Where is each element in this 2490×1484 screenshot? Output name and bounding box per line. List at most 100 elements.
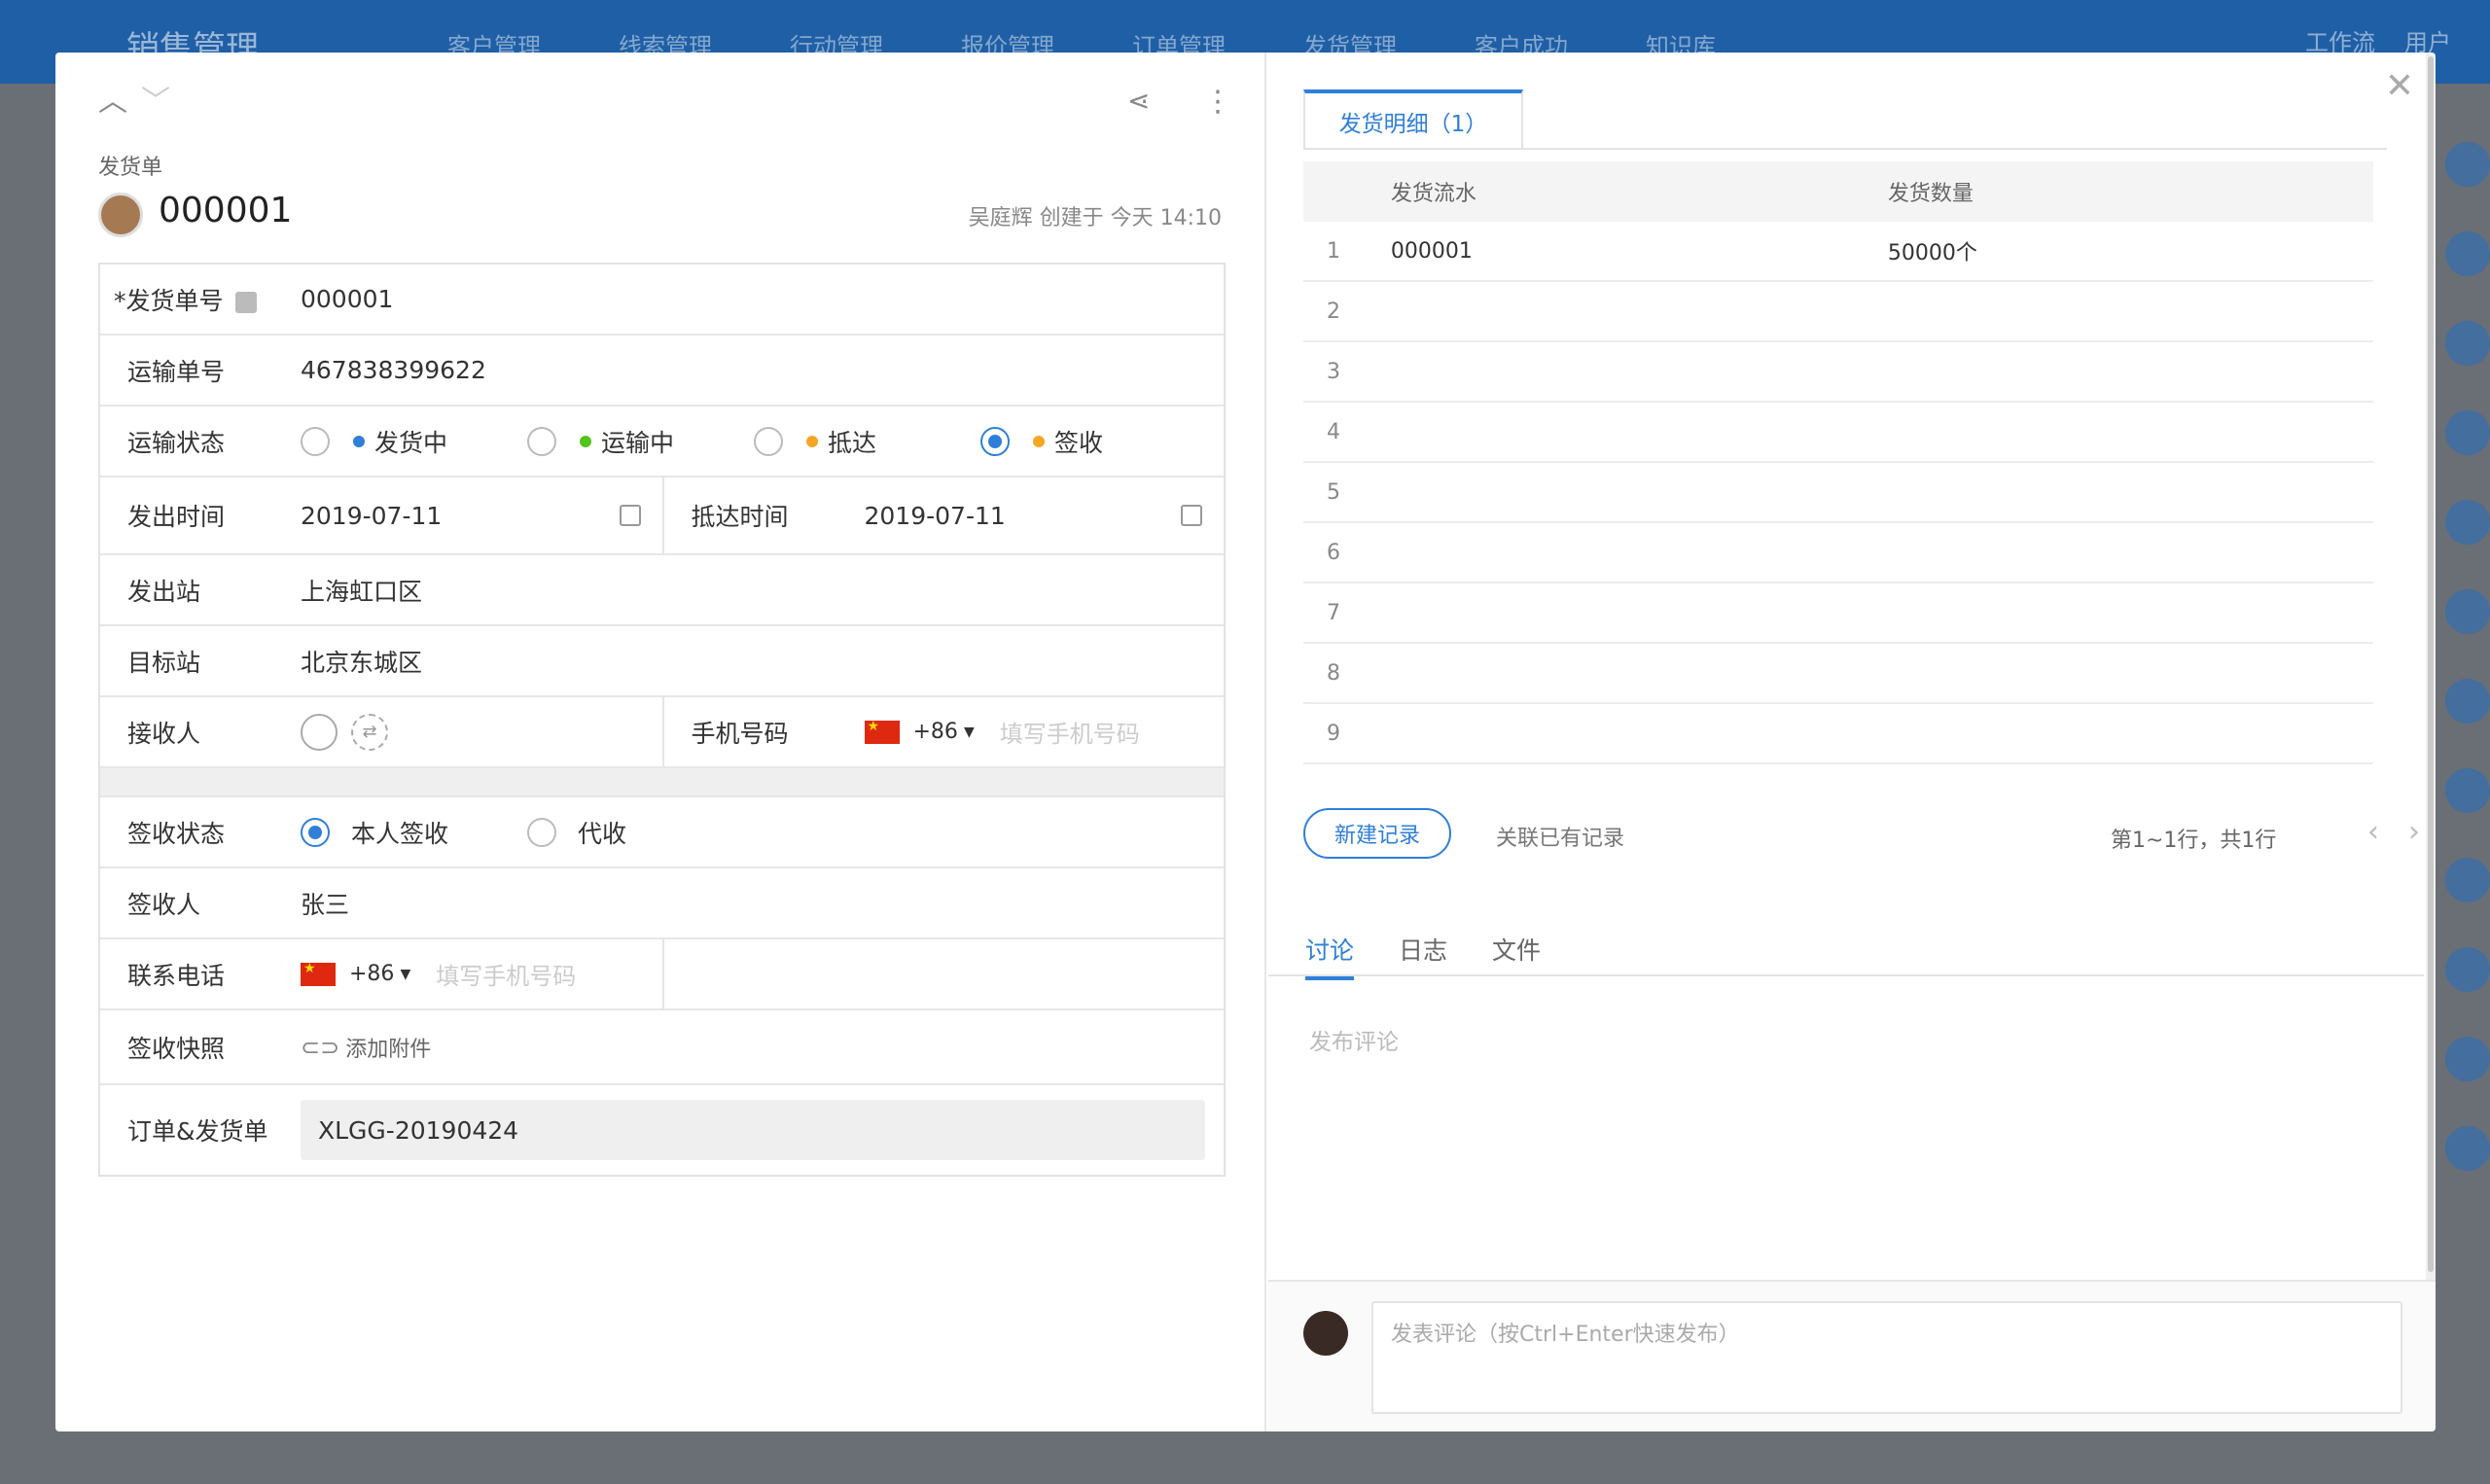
table-row[interactable]: 4 xyxy=(1303,403,2373,463)
origin-value[interactable]: 上海虹口区 xyxy=(301,573,422,608)
avatar xyxy=(2445,679,2490,724)
calendar-icon[interactable] xyxy=(1181,505,1202,526)
link-existing-button[interactable]: 关联已有记录 xyxy=(1496,821,1624,852)
table-row[interactable]: 8 xyxy=(1303,644,2373,704)
chevron-right-icon[interactable]: › xyxy=(2408,815,2420,849)
radio-button[interactable] xyxy=(754,426,783,456)
row-index: 4 xyxy=(1327,419,1340,444)
depart-time-value[interactable]: 2019-07-11 xyxy=(301,502,442,530)
sign-status-option[interactable]: 本人签收 xyxy=(301,815,527,850)
table-row[interactable]: 2 xyxy=(1303,282,2373,342)
table-row[interactable]: 6 xyxy=(1303,523,2373,583)
avatar xyxy=(2445,1037,2490,1081)
related-pane: ✕ 发货明细（1） 发货流水 发货数量 1 000001 50000个 2 3 4 5 6 7 8… xyxy=(1268,53,2436,1431)
order-ref-value[interactable]: XLGG-20190424 xyxy=(301,1100,1205,1160)
avatar xyxy=(2445,321,2490,366)
radio-button[interactable] xyxy=(980,426,1010,456)
add-attachment-button[interactable]: 添加附件 xyxy=(345,1032,431,1063)
field-contact-phone: 联系电话 +86 ▼ 填写手机号码 xyxy=(100,939,1224,1010)
transport-status-option[interactable]: 发货中 xyxy=(301,424,527,459)
cell-serial[interactable]: 000001 xyxy=(1391,239,1888,264)
scrollbar[interactable] xyxy=(2426,53,2436,1280)
required-mark: * xyxy=(114,286,126,315)
country-code-select[interactable]: +86 xyxy=(913,720,958,744)
field-label: 运输状态 xyxy=(127,428,226,457)
column-header[interactable]: 发货数量 xyxy=(1888,176,2373,207)
more-icon[interactable]: ⋮ xyxy=(1203,88,1232,117)
tab-files[interactable]: 文件 xyxy=(1492,932,1541,980)
record-title: 000001 xyxy=(159,191,293,230)
table-row[interactable]: 1 000001 50000个 xyxy=(1303,222,2373,282)
field-times: 发出时间 2019-07-11 抵达时间 2019-07-11 xyxy=(100,477,1224,555)
avatar xyxy=(2445,500,2490,545)
option-label: 签收 xyxy=(1054,428,1104,457)
radio-button[interactable] xyxy=(301,817,330,847)
destination-value[interactable]: 北京东城区 xyxy=(301,644,422,679)
activity-tabs: 讨论 日志 文件 xyxy=(1305,932,1541,980)
avatar xyxy=(2445,410,2490,455)
row-index: 5 xyxy=(1327,479,1340,505)
field-receiver-phone: 接收人 ⇄ 手机号码 +86 ▼ 填写手机号码 xyxy=(100,697,1224,768)
cell-quantity[interactable]: 50000个 xyxy=(1888,235,2373,266)
status-color-dot xyxy=(806,435,818,447)
radio-button[interactable] xyxy=(301,426,330,456)
tab-log[interactable]: 日志 xyxy=(1399,932,1447,980)
field-shipment-no: *发货单号 000001 xyxy=(100,265,1224,336)
field-label: 发货单号 xyxy=(125,286,224,315)
transport-status-option[interactable]: 签收 xyxy=(980,424,1207,459)
field-label: 抵达时间 xyxy=(691,503,789,531)
new-record-button[interactable]: 新建记录 xyxy=(1303,808,1451,859)
shipment-no-value[interactable]: 000001 xyxy=(301,285,393,313)
text-type-icon xyxy=(234,291,257,313)
table-row[interactable]: 9 xyxy=(1303,704,2373,764)
sign-status-option[interactable]: 代收 xyxy=(527,815,754,850)
chevron-up-icon[interactable]: ︿ xyxy=(98,88,127,117)
field-label: 运输单号 xyxy=(127,357,226,386)
contact-phone-input[interactable]: 填写手机号码 xyxy=(436,957,576,991)
scrollbar-thumb[interactable] xyxy=(2428,56,2434,1272)
share-icon[interactable]: ⋖ xyxy=(1127,88,1150,115)
radio-button[interactable] xyxy=(527,426,556,456)
chevron-down-icon[interactable]: ﹀ xyxy=(141,88,170,117)
table-row[interactable]: 7 xyxy=(1303,583,2373,644)
swap-user-icon[interactable]: ⇄ xyxy=(351,713,388,751)
option-label: 运输中 xyxy=(601,428,675,457)
option-label: 发货中 xyxy=(374,428,448,457)
receiver-avatar[interactable] xyxy=(301,713,338,751)
status-color-dot xyxy=(353,435,365,447)
table-row[interactable]: 5 xyxy=(1303,463,2373,523)
transport-status-option[interactable]: 运输中 xyxy=(527,424,754,459)
column-header[interactable]: 发货流水 xyxy=(1391,176,1888,207)
signer-value[interactable]: 张三 xyxy=(301,886,349,921)
pagination-info: 第1~1行，共1行 xyxy=(2111,829,2277,853)
avatar xyxy=(2445,589,2490,634)
phone-input[interactable]: 填写手机号码 xyxy=(1000,715,1140,749)
caret-down-icon[interactable]: ▼ xyxy=(400,967,410,982)
row-index: 7 xyxy=(1327,600,1340,625)
arrive-time-value[interactable]: 2019-07-11 xyxy=(865,502,1006,530)
transport-status-option[interactable]: 抵达 xyxy=(754,424,980,459)
transport-status-radio-group: 发货中 运输中 抵达 签收 xyxy=(301,424,1207,459)
row-index: 6 xyxy=(1327,540,1340,565)
radio-button[interactable] xyxy=(527,817,556,847)
field-destination: 目标站 北京东城区 xyxy=(100,626,1224,697)
close-icon[interactable]: ✕ xyxy=(2385,66,2414,106)
avatar xyxy=(2445,768,2490,813)
tracking-no-value[interactable]: 467838399622 xyxy=(301,356,486,384)
table-header: 发货流水 发货数量 xyxy=(1303,161,2373,222)
record-detail-modal: ︿ ﹀ ⋖ ⋮ 发货单 000001 吴庭辉 创建于 今天 14:10 *发货单… xyxy=(55,53,2436,1431)
owner-avatar xyxy=(98,193,143,237)
table-row[interactable]: 3 xyxy=(1303,342,2373,403)
comment-input[interactable]: 发表评论（按Ctrl+Enter快速发布） xyxy=(1371,1301,2402,1414)
option-label: 抵达 xyxy=(828,428,877,457)
calendar-icon[interactable] xyxy=(619,505,641,526)
paperclip-icon[interactable]: ⊂⊃ xyxy=(301,1034,339,1061)
tab-discussion[interactable]: 讨论 xyxy=(1305,932,1355,980)
china-flag-icon[interactable] xyxy=(864,719,900,744)
tab-shipment-detail[interactable]: 发货明细（1） xyxy=(1303,89,1523,150)
record-form-pane: ︿ ﹀ ⋖ ⋮ 发货单 000001 吴庭辉 创建于 今天 14:10 *发货单… xyxy=(55,53,1266,1431)
caret-down-icon[interactable]: ▼ xyxy=(964,724,975,740)
country-code-select[interactable]: +86 xyxy=(349,962,394,986)
chevron-left-icon[interactable]: ‹ xyxy=(2367,815,2379,849)
china-flag-icon[interactable] xyxy=(301,961,336,986)
